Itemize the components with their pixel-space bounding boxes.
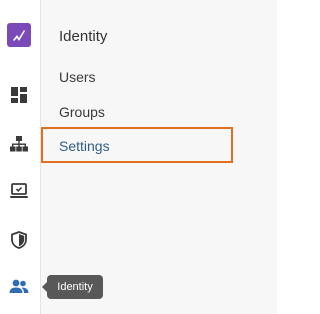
icon-rail <box>0 0 41 314</box>
nav-item-users[interactable]: Users <box>59 69 96 85</box>
device-icon[interactable] <box>8 180 30 202</box>
brand-logo-icon[interactable] <box>7 23 31 47</box>
panel-title: Identity <box>59 28 108 45</box>
identity-tooltip: Identity <box>42 275 103 299</box>
dashboard-icon[interactable] <box>8 84 30 106</box>
identity-icon[interactable] <box>8 276 30 298</box>
hierarchy-icon[interactable] <box>8 133 30 155</box>
nav-item-settings[interactable]: Settings <box>59 138 110 154</box>
identity-panel: Identity Users Groups Settings <box>41 0 277 314</box>
nav-item-groups[interactable]: Groups <box>59 104 105 120</box>
shield-icon[interactable] <box>8 229 30 251</box>
